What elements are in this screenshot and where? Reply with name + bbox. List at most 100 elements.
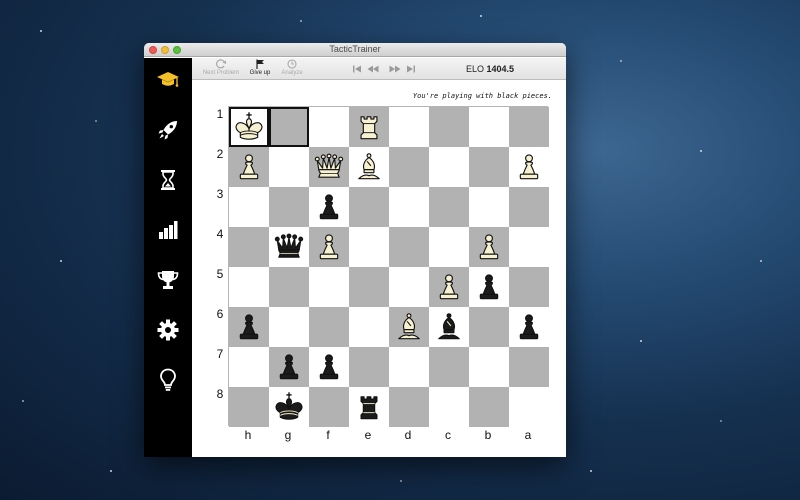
white-bishop-icon	[358, 153, 380, 180]
square-f1[interactable]	[309, 107, 349, 147]
black-king-icon	[275, 392, 303, 420]
sidebar-item-tips[interactable]	[154, 366, 182, 394]
square-e7[interactable]	[349, 347, 389, 387]
square-h4[interactable]	[229, 227, 269, 267]
square-f7[interactable]	[309, 347, 349, 387]
square-c7[interactable]	[429, 347, 469, 387]
square-h8[interactable]	[229, 387, 269, 427]
square-d6[interactable]	[389, 307, 429, 347]
file-label: b	[484, 428, 492, 442]
square-h5[interactable]	[229, 267, 269, 307]
square-d4[interactable]	[389, 227, 429, 267]
next-problem-button[interactable]: Next Problem	[198, 59, 244, 77]
square-a4[interactable]	[509, 227, 549, 267]
square-g2[interactable]	[269, 147, 309, 187]
square-g5[interactable]	[269, 267, 309, 307]
square-h3[interactable]	[229, 187, 269, 227]
file-label: g	[284, 428, 292, 442]
square-a3[interactable]	[509, 187, 549, 227]
black-queen-icon	[274, 233, 304, 258]
square-f6[interactable]	[309, 307, 349, 347]
square-f4[interactable]	[309, 227, 349, 267]
give-up-button[interactable]: Give up	[244, 59, 276, 77]
square-b8[interactable]	[469, 387, 509, 427]
analyze-button[interactable]: Analyze	[276, 59, 308, 77]
sidebar-item-statistics[interactable]	[154, 216, 182, 244]
rank-label: 2	[216, 147, 224, 161]
square-e2[interactable]	[349, 147, 389, 187]
first-move-button[interactable]	[350, 63, 364, 75]
rewind-icon	[367, 65, 379, 73]
square-d3[interactable]	[389, 187, 429, 227]
rank-label: 5	[216, 267, 224, 281]
square-f3[interactable]	[309, 187, 349, 227]
square-d1[interactable]	[389, 107, 429, 147]
square-g4[interactable]	[269, 227, 309, 267]
square-b1[interactable]	[469, 107, 509, 147]
square-g8[interactable]	[269, 387, 309, 427]
square-e6[interactable]	[349, 307, 389, 347]
square-b5[interactable]	[469, 267, 509, 307]
sidebar-item-achievements[interactable]	[154, 266, 182, 294]
chess-board[interactable]	[228, 106, 549, 427]
square-b2[interactable]	[469, 147, 509, 187]
sidebar-item-settings[interactable]	[154, 316, 182, 344]
square-h2[interactable]	[229, 147, 269, 187]
square-g1[interactable]	[269, 107, 309, 147]
square-h6[interactable]	[229, 307, 269, 347]
square-b6[interactable]	[469, 307, 509, 347]
square-a7[interactable]	[509, 347, 549, 387]
square-g3[interactable]	[269, 187, 309, 227]
sidebar-item-timed[interactable]	[154, 166, 182, 194]
refresh-icon	[216, 59, 226, 69]
sidebar-item-training[interactable]	[154, 66, 182, 94]
skip-back-icon	[353, 65, 361, 73]
square-b4[interactable]	[469, 227, 509, 267]
square-g6[interactable]	[269, 307, 309, 347]
elo-label: ELO	[466, 64, 485, 74]
square-d7[interactable]	[389, 347, 429, 387]
square-c5[interactable]	[429, 267, 469, 307]
next-move-button[interactable]	[388, 63, 402, 75]
square-e3[interactable]	[349, 187, 389, 227]
square-c4[interactable]	[429, 227, 469, 267]
square-a2[interactable]	[509, 147, 549, 187]
skip-forward-icon	[407, 65, 415, 73]
square-e5[interactable]	[349, 267, 389, 307]
square-c1[interactable]	[429, 107, 469, 147]
square-c2[interactable]	[429, 147, 469, 187]
square-e8[interactable]	[349, 387, 389, 427]
white-bishop-icon	[398, 313, 420, 340]
previous-move-button[interactable]	[366, 63, 380, 75]
square-h1[interactable]	[229, 107, 269, 147]
square-e4[interactable]	[349, 227, 389, 267]
square-a6[interactable]	[509, 307, 549, 347]
square-h7[interactable]	[229, 347, 269, 387]
last-move-button[interactable]	[404, 63, 418, 75]
square-g7[interactable]	[269, 347, 309, 387]
square-d5[interactable]	[389, 267, 429, 307]
rank-label: 6	[216, 307, 224, 321]
square-e1[interactable]	[349, 107, 389, 147]
file-label: e	[364, 428, 372, 442]
square-f5[interactable]	[309, 267, 349, 307]
square-a5[interactable]	[509, 267, 549, 307]
square-f8[interactable]	[309, 387, 349, 427]
square-b3[interactable]	[469, 187, 509, 227]
black-rook-icon	[360, 396, 378, 420]
square-c3[interactable]	[429, 187, 469, 227]
square-a8[interactable]	[509, 387, 549, 427]
rank-label: 7	[216, 347, 224, 361]
square-d2[interactable]	[389, 147, 429, 187]
square-a1[interactable]	[509, 107, 549, 147]
square-f2[interactable]	[309, 147, 349, 187]
black-bishop-icon	[438, 313, 460, 340]
square-c8[interactable]	[429, 387, 469, 427]
white-pawn-icon	[519, 154, 539, 180]
sidebar-item-rush[interactable]	[154, 116, 182, 144]
elo-value: 1404.5	[486, 64, 515, 74]
square-d8[interactable]	[389, 387, 429, 427]
white-pawn-icon	[319, 234, 339, 260]
square-c6[interactable]	[429, 307, 469, 347]
square-b7[interactable]	[469, 347, 509, 387]
